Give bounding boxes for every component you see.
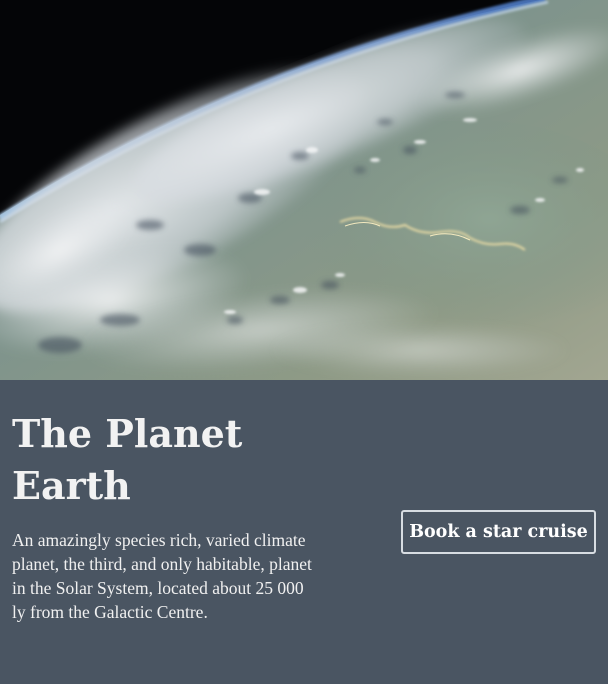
earth-from-orbit-image bbox=[0, 0, 608, 380]
hero-image bbox=[0, 0, 608, 380]
planet-description: An amazingly species rich, varied climat… bbox=[12, 530, 312, 622]
planet-info-panel: The Planet Earth An amazingly species ri… bbox=[0, 380, 608, 684]
planet-card: The Planet Earth An amazingly species ri… bbox=[0, 0, 608, 684]
book-star-cruise-button[interactable]: Book a star cruise bbox=[401, 510, 596, 554]
planet-title: The Planet Earth bbox=[12, 411, 243, 508]
